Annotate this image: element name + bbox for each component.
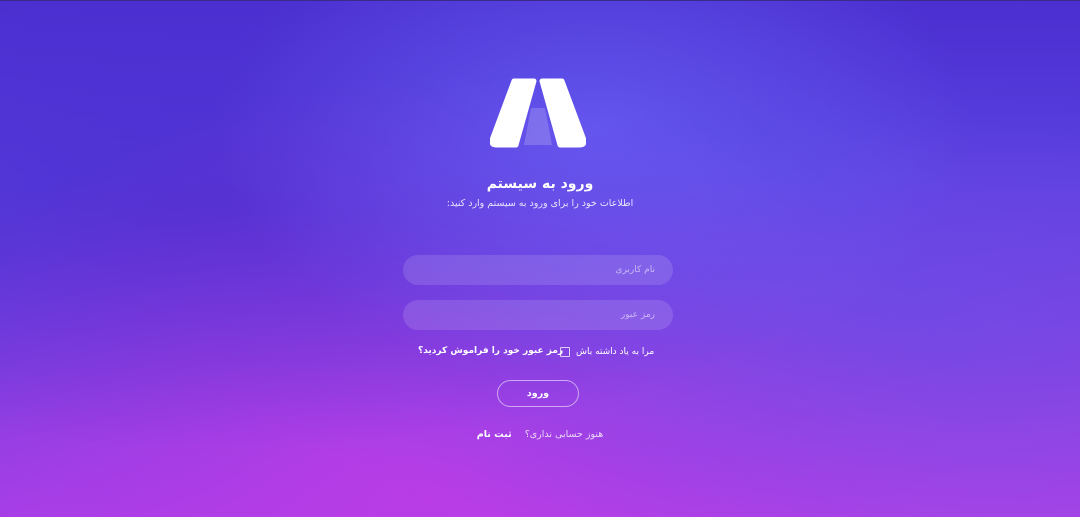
top-border xyxy=(0,0,1080,1)
remember-me-label: مرا به یاد داشته باش xyxy=(576,347,655,357)
logo-icon xyxy=(490,78,586,148)
signup-question: هنوز حسابی نداری؟ xyxy=(524,429,604,440)
forgot-password-link[interactable]: رمز عبور خود را فراموش کردید؟ xyxy=(418,346,563,356)
page-subtitle: اطلاعات خود را برای ورود به سیستم وارد ک… xyxy=(446,198,634,209)
login-button[interactable]: ورود xyxy=(497,380,579,407)
page-title: ورود به سیستم xyxy=(486,176,594,192)
password-input[interactable] xyxy=(403,300,673,330)
remember-me-toggle[interactable]: مرا به یاد داشته باش xyxy=(560,344,660,360)
signup-prompt: هنوز حسابی نداری؟ ثبت نام xyxy=(0,429,1080,440)
signup-link[interactable]: ثبت نام xyxy=(477,429,512,440)
username-input[interactable] xyxy=(403,255,673,285)
